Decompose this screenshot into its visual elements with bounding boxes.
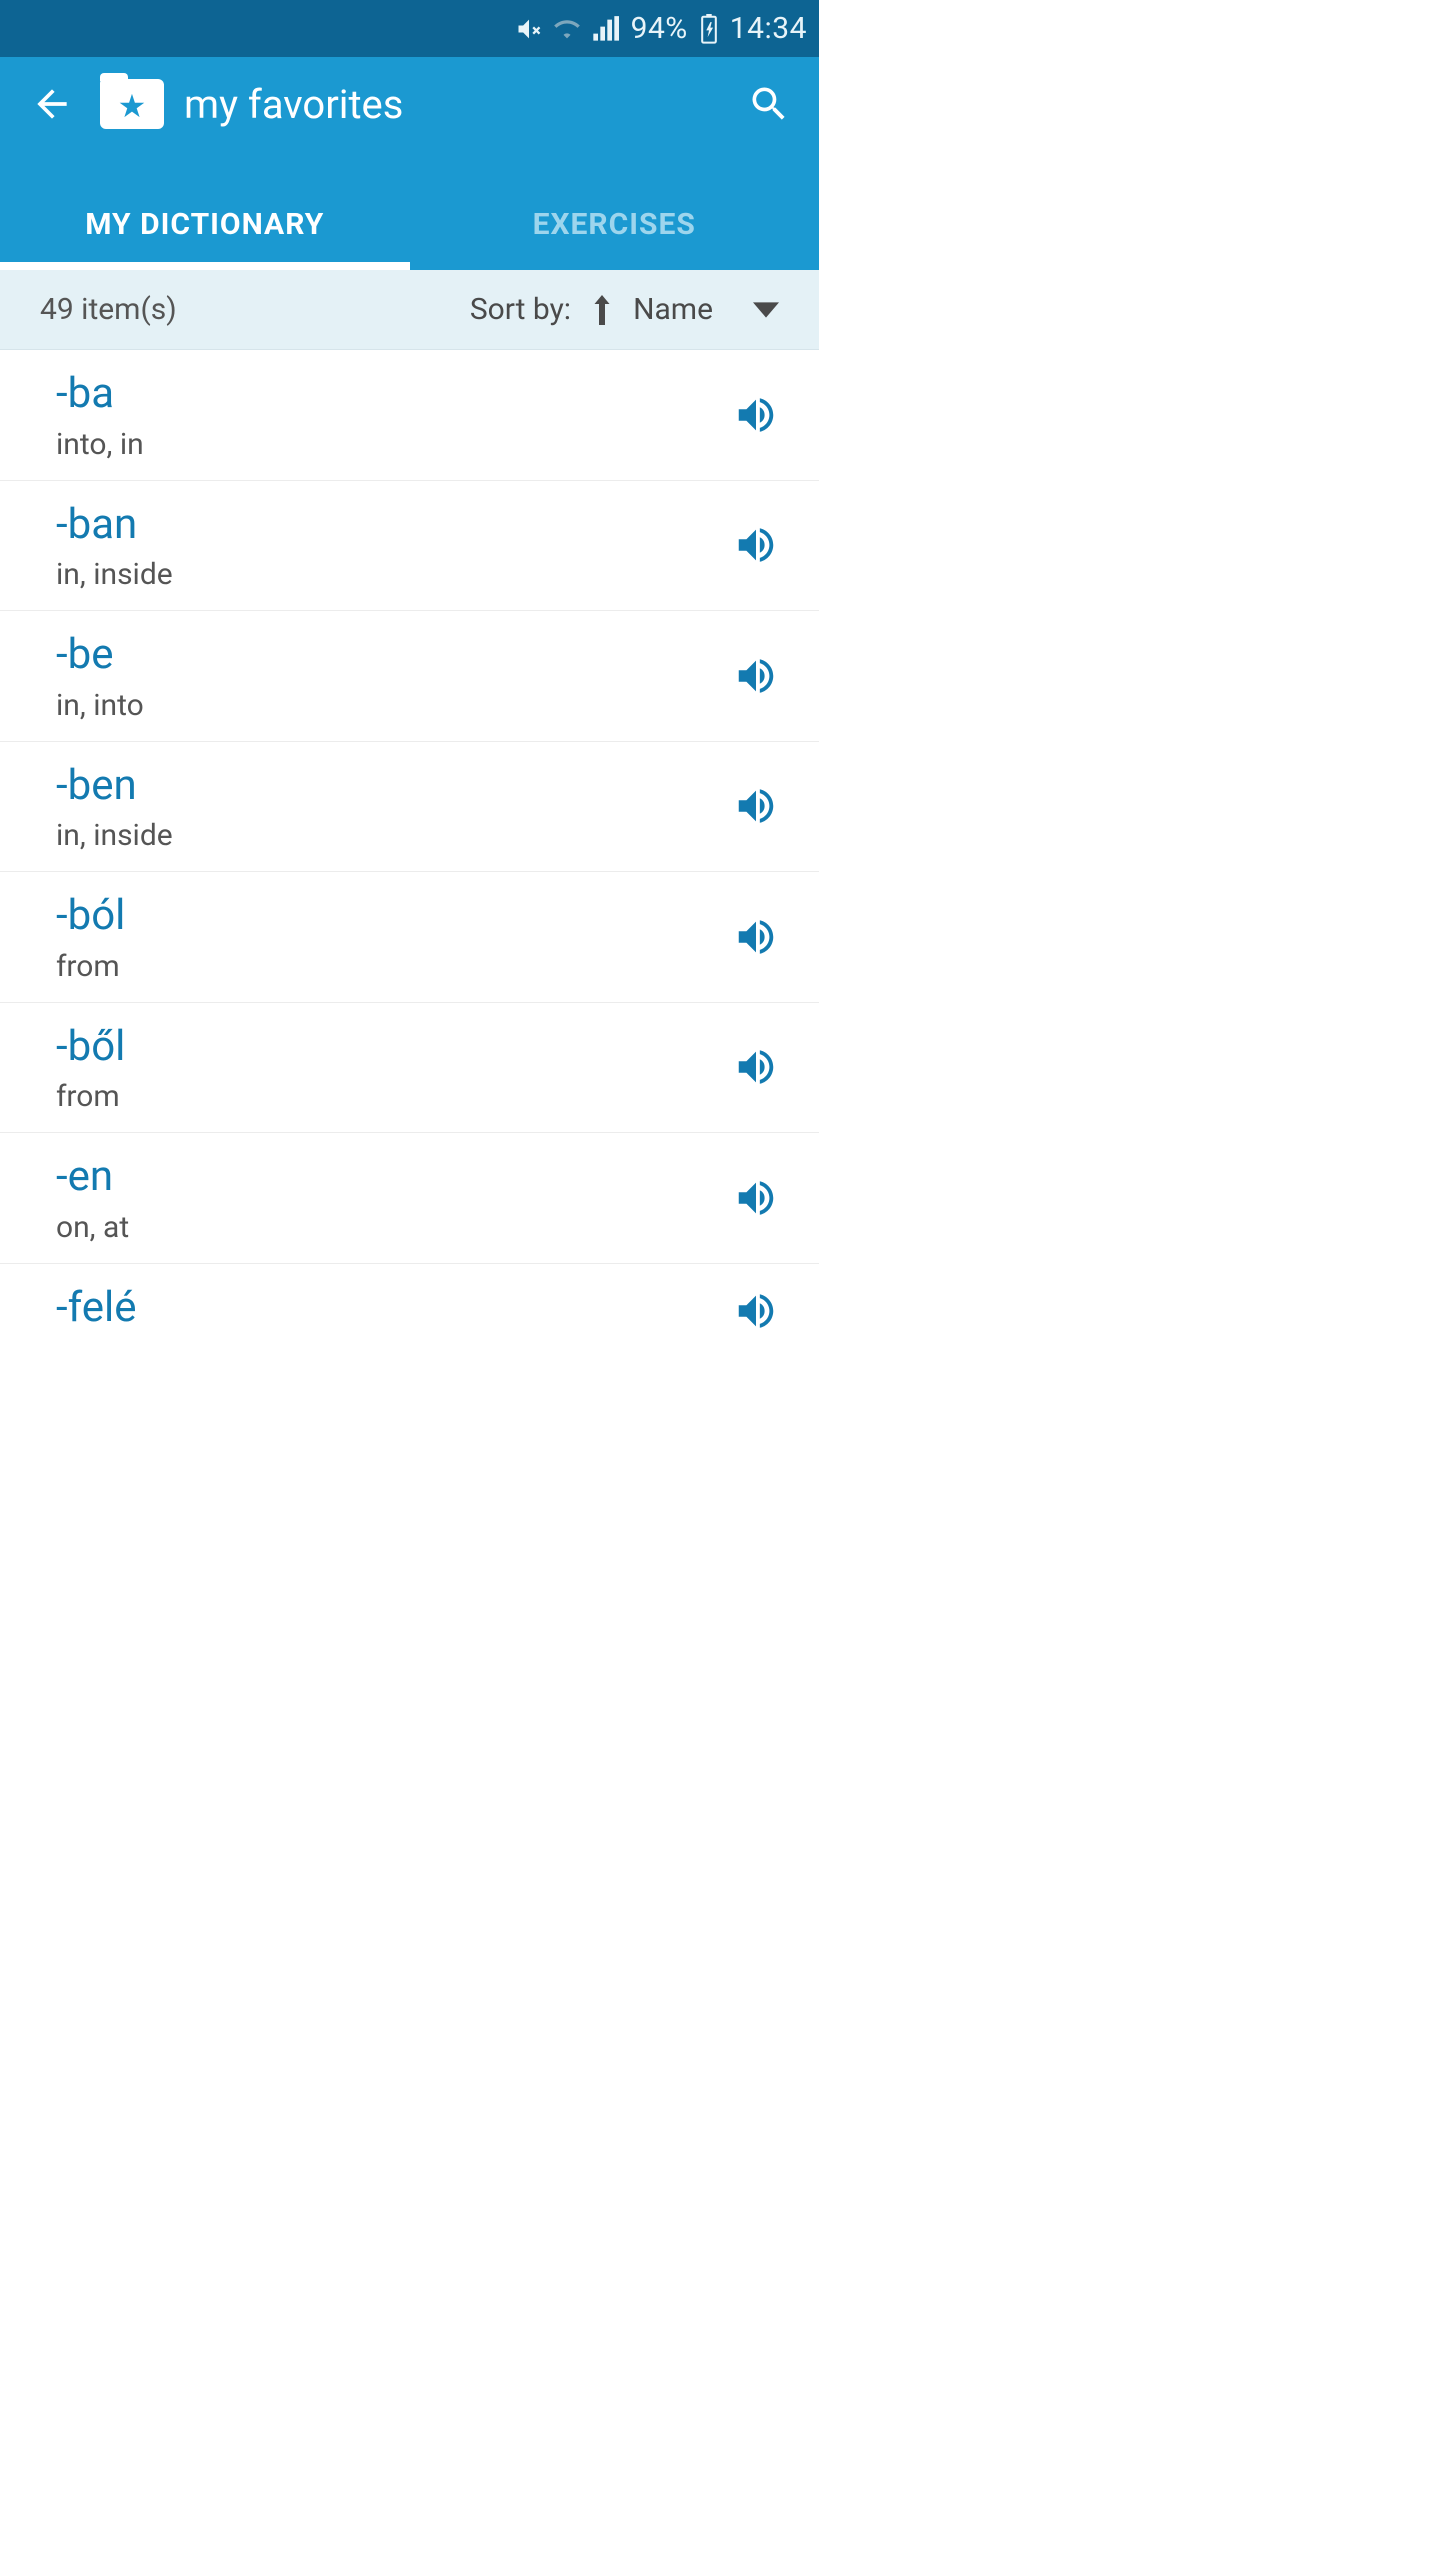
translation: from	[56, 949, 733, 984]
translation: on, at	[56, 1210, 733, 1245]
translation: from	[56, 1079, 733, 1114]
mute-icon	[515, 15, 543, 43]
translation: in, inside	[56, 818, 733, 853]
list-item[interactable]: -felé	[0, 1264, 819, 1359]
list-item[interactable]: -ba into, in	[0, 350, 819, 481]
list-item[interactable]: -ből from	[0, 1003, 819, 1134]
speaker-icon[interactable]	[733, 1044, 779, 1090]
sort-by-label: Sort by:	[470, 292, 571, 327]
app-title-group: ★ my favorites	[100, 79, 721, 129]
speaker-icon[interactable]	[733, 653, 779, 699]
word: -felé	[56, 1282, 733, 1335]
speaker-icon[interactable]	[733, 783, 779, 829]
tab-my-dictionary[interactable]: MY DICTIONARY	[0, 191, 410, 270]
battery-charging-icon	[700, 14, 718, 44]
tabs: MY DICTIONARY EXERCISES	[0, 191, 819, 270]
dropdown-icon	[753, 302, 779, 318]
translation: into, in	[56, 427, 733, 462]
word: -ba	[56, 368, 733, 421]
folder-star-icon: ★	[100, 79, 164, 129]
status-icons	[515, 15, 619, 43]
signal-icon	[591, 15, 619, 43]
battery-percentage: 94%	[631, 11, 688, 46]
clock: 14:34	[730, 11, 807, 46]
sort-value: Name	[633, 292, 713, 327]
sort-control[interactable]: Sort by: Name	[470, 292, 779, 327]
wifi-icon	[553, 15, 581, 43]
item-count: 49 item(s)	[40, 292, 470, 327]
sort-direction-icon	[591, 295, 613, 325]
translation: in, inside	[56, 557, 733, 592]
list-item[interactable]: -ban in, inside	[0, 481, 819, 612]
translation: in, into	[56, 688, 733, 723]
word: -ből	[56, 1021, 733, 1074]
word: -be	[56, 629, 733, 682]
list-item[interactable]: -ben in, inside	[0, 742, 819, 873]
app-bar: ★ my favorites MY DICTIONARY EXERCISES	[0, 57, 819, 270]
word-list[interactable]: -ba into, in -ban in, inside -be in, int…	[0, 350, 819, 1358]
word: -ban	[56, 499, 733, 552]
sort-bar: 49 item(s) Sort by: Name	[0, 270, 819, 350]
list-item[interactable]: -be in, into	[0, 611, 819, 742]
list-item[interactable]: -ból from	[0, 872, 819, 1003]
list-item[interactable]: -en on, at	[0, 1133, 819, 1264]
back-button[interactable]	[30, 82, 74, 126]
speaker-icon[interactable]	[733, 1175, 779, 1221]
page-title: my favorites	[184, 81, 403, 128]
speaker-icon[interactable]	[733, 392, 779, 438]
tab-exercises[interactable]: EXERCISES	[410, 191, 820, 270]
word: -en	[56, 1151, 733, 1204]
word: -ból	[56, 890, 733, 943]
word: -ben	[56, 760, 733, 813]
speaker-icon[interactable]	[733, 914, 779, 960]
search-button[interactable]	[747, 82, 791, 126]
speaker-icon[interactable]	[733, 1288, 779, 1334]
status-bar: 94% 14:34	[0, 0, 819, 57]
speaker-icon[interactable]	[733, 522, 779, 568]
